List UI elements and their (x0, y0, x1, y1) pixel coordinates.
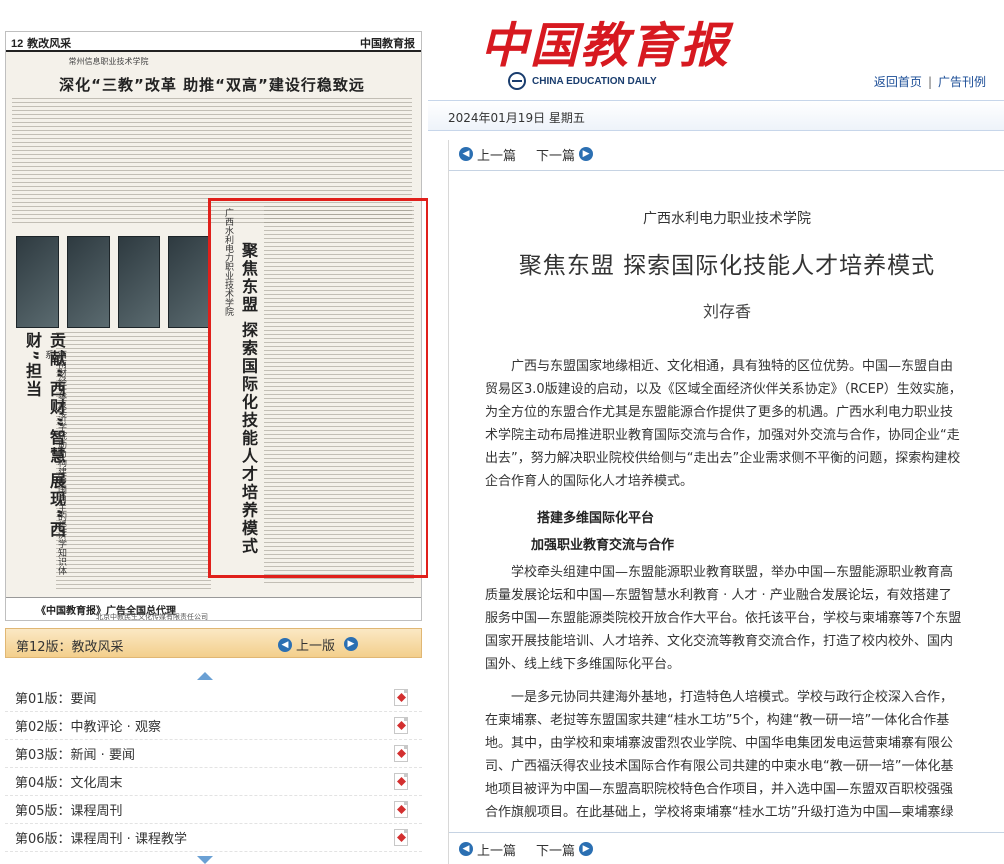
pdf-icon[interactable] (394, 829, 408, 846)
article-paragraph: 广西与东盟国家地缘相近、文化相通，具有独特的区位优势。中国—东盟自由贸易区3.0… (485, 359, 962, 489)
next-article-button[interactable]: 下一篇 ▶ (536, 145, 594, 164)
edition-label: 第05版：课程周刊 (15, 804, 123, 819)
prev-arrow-icon: ◀ (459, 147, 473, 161)
paper-ad-bar: 《中国教育报》广告全国总代理 北京中教民生文化传媒有限责任公司 (6, 597, 421, 621)
next-arrow-icon: ▶ (579, 147, 594, 161)
prev-article-button[interactable]: ◀ 上一篇 (459, 145, 516, 164)
edition-label: 第01版：要闻 (15, 692, 97, 707)
edition-item[interactable]: 第03版：新闻 · 要闻 (5, 740, 422, 768)
divider (449, 832, 1004, 833)
current-page-label: 第12版：教改风采 (16, 640, 124, 655)
home-link[interactable]: 返回首页 (874, 75, 922, 89)
book-image (117, 236, 161, 328)
paper-page-number: 12 教改风采 (11, 34, 71, 51)
next-article-label: 下一篇 (536, 843, 576, 859)
page-bar: 第12版：教改风采 ◀ 上一版 ▶ (5, 628, 422, 658)
paper-page-header: 12 教改风采 中国教育报 (6, 32, 421, 52)
next-page-button[interactable]: ▶ (344, 635, 358, 651)
book-image (168, 236, 211, 328)
paper-top-thin-title: 常州信息职业技术学院 (68, 57, 149, 66)
next-arrow-icon: ▶ (579, 842, 594, 856)
article-paragraph: 一是多元协同共建海外基地，打造特色人培模式。学校与政行企校深入合作，在柬埔寨、老… (485, 690, 954, 820)
next-article-label: 下一篇 (536, 148, 576, 164)
paper-page-number-text: 12 (11, 38, 24, 50)
edition-label: 第06版：课程周刊 · 课程教学 (15, 832, 187, 847)
pdf-icon[interactable] (394, 773, 408, 790)
article-title: 聚焦东盟 探索国际化技能人才培养模式 (518, 253, 936, 279)
article-organization: 广西水利电力职业技术学院 (643, 211, 811, 227)
paper-text-block (56, 332, 211, 592)
english-name-text: CHINA EDUCATION DAILY (532, 75, 657, 87)
edition-label: 第03版：新闻 · 要闻 (15, 748, 135, 763)
left-column: 12 教改风采 中国教育报 常州信息职业技术学院 深化“三教”改革 助推“双高”… (0, 0, 429, 864)
pdf-icon[interactable] (394, 801, 408, 818)
paper-section-text: 教改风采 (27, 38, 72, 50)
site-logo[interactable]: 中国教育报 (480, 6, 730, 76)
link-separator: | (927, 75, 932, 89)
top-links: 返回首页 | 广告刊例 (874, 73, 986, 90)
globe-icon (508, 72, 526, 90)
edition-item[interactable]: 第05版：课程周刊 (5, 796, 422, 824)
prev-arrow-icon: ◀ (278, 637, 292, 652)
edition-item[interactable]: 第04版：文化周末 (5, 768, 422, 796)
edition-item[interactable]: 第02版：中教评论 · 观察 (5, 712, 422, 740)
edition-label: 第02版：中教评论 · 观察 (15, 720, 161, 735)
paper-book-images (16, 236, 211, 328)
article-subheading: 加强职业教育交流与合作 (531, 538, 675, 553)
prev-article-label: 上一篇 (477, 843, 517, 859)
article-author: 刘存香 (702, 302, 751, 321)
paper-mini-masthead: 中国教育报 (360, 37, 415, 50)
scroll-up-icon[interactable] (197, 672, 213, 680)
right-column: 中国教育报 CHINA EDUCATION DAILY 返回首页 | 广告刊例 20… (428, 0, 1004, 864)
article-subheading: 搭建多维国际化平台 (537, 511, 655, 526)
next-arrow-icon: ▶ (344, 637, 358, 651)
book-image (16, 236, 59, 328)
article-nav-top: ◀ 上一篇 下一篇 ▶ (459, 144, 613, 164)
edition-item[interactable]: 第06版：课程周刊 · 课程教学 (5, 824, 422, 852)
pdf-icon[interactable] (394, 689, 408, 706)
site-english-name: CHINA EDUCATION DAILY (508, 72, 657, 90)
article-panel: ◀ 上一篇 下一篇 ▶ 广西水利电力职业技术学院 聚焦东盟 探索国际化技能人才培… (448, 140, 1004, 864)
edition-item[interactable]: 第01版：要闻 (5, 684, 422, 712)
book-image (66, 236, 110, 328)
masthead: 中国教育报 CHINA EDUCATION DAILY 返回首页 | 广告刊例 (428, 0, 1004, 100)
prev-article-label: 上一篇 (477, 148, 517, 164)
pdf-icon[interactable] (394, 717, 408, 734)
article-nav-bottom: ◀ 上一篇 下一篇 ▶ (459, 839, 613, 859)
edition-label: 第04版：文化周末 (15, 776, 123, 791)
issue-date: 2024年01月19日 星期五 (448, 111, 585, 125)
ads-link[interactable]: 广告刊例 (938, 75, 986, 89)
divider (449, 170, 1004, 171)
paper-left-vertical-sub: 西南财经大学经济学院助力构建中国自主的经济学知识体系 (43, 350, 66, 575)
prev-page-button[interactable]: ◀ 上一版 (278, 635, 335, 654)
date-bar: 2024年01月19日 星期五 (428, 100, 1004, 131)
prev-article-button[interactable]: ◀ 上一篇 (459, 840, 516, 859)
pdf-icon[interactable] (394, 745, 408, 762)
prev-page-label: 上一版 (296, 639, 336, 654)
scroll-down-icon[interactable] (197, 856, 213, 864)
next-article-button[interactable]: 下一篇 ▶ (536, 840, 594, 859)
article-body: 广西与东盟国家地缘相近、文化相通，具有独特的区位优势。中国—东盟自由贸易区3.0… (485, 355, 963, 825)
prev-arrow-icon: ◀ (459, 842, 473, 856)
edition-list: 第01版：要闻 第02版：中教评论 · 观察 第03版：新闻 · 要闻 第04版… (5, 684, 422, 852)
paper-headline[interactable]: 深化“三教”改革 助推“双高”建设行稳致远 (12, 74, 412, 95)
paper-ad-sub: 北京中教民生文化传媒有限责任公司 (96, 613, 208, 621)
article-highlight-box[interactable] (208, 198, 429, 578)
article-paragraph: 学校牵头组建中国—东盟能源职业教育联盟，举办中国—东盟能源职业教育高质量发展论坛… (485, 565, 962, 672)
